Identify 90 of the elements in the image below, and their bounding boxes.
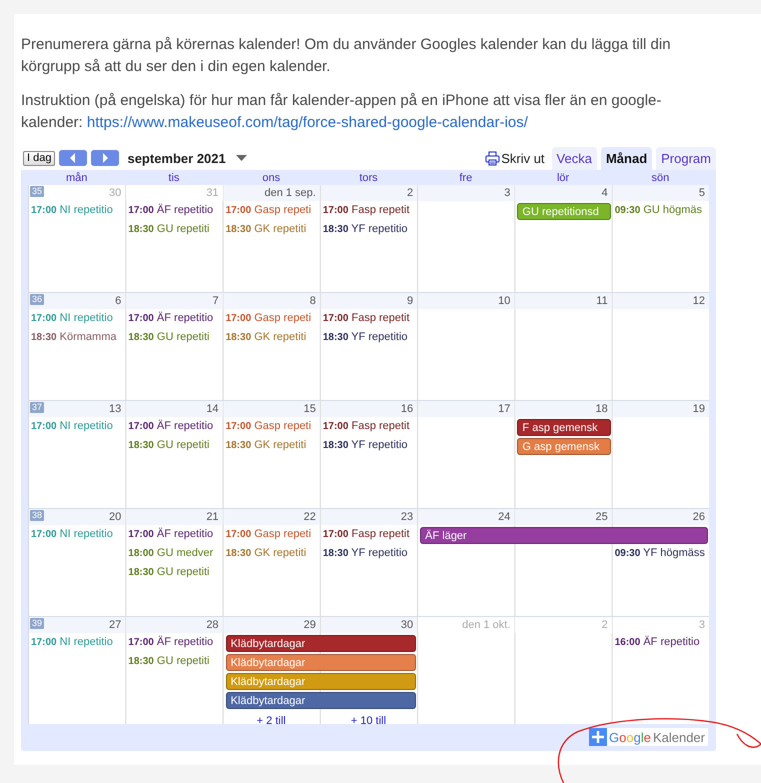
calendar-event[interactable]: 17:00 Fasp repetit	[320, 525, 418, 544]
calendar-event[interactable]: 17:00 Fasp repetit	[320, 309, 418, 328]
day-number[interactable]: 25	[595, 509, 608, 525]
calendar-event[interactable]: 17:00 ÄF repetitio	[125, 417, 223, 436]
day-number[interactable]: 17	[498, 401, 510, 417]
add-to-google-calendar-button[interactable]: Google Kalender	[589, 728, 708, 746]
event-bar[interactable]: Klädbytardagar	[226, 634, 416, 652]
left-arrow-icon	[69, 153, 78, 163]
calendar-event[interactable]: 18:30 GK repetiti	[222, 436, 320, 455]
day-number[interactable]: 12	[692, 293, 705, 309]
right-arrow-icon	[101, 153, 110, 163]
day-number[interactable]: 16	[400, 401, 414, 417]
day-number[interactable]: 24	[498, 509, 510, 525]
previous-button[interactable]	[59, 150, 88, 166]
day-number[interactable]: 30	[400, 617, 414, 633]
calendar-event[interactable]: 18:30 YF repetitio	[320, 220, 418, 239]
weekday-header: sön	[650, 171, 670, 185]
day-number[interactable]: 7	[212, 293, 219, 309]
calendar-event[interactable]: 18:00 GU medver	[125, 544, 223, 563]
day-number[interactable]: 27	[109, 617, 122, 633]
day-number[interactable]: 3	[504, 185, 510, 201]
day-number[interactable]: 21	[206, 509, 219, 525]
view-tab[interactable]: Vecka	[552, 147, 597, 170]
calendar-event[interactable]: 17:00 Gasp repeti	[222, 201, 320, 220]
calendar-event[interactable]: 17:00 ÄF repetitio	[125, 633, 223, 652]
calendar-event[interactable]: 18:30 YF repetitio	[320, 328, 418, 347]
weekday-header: ons	[261, 171, 282, 185]
caret-icon[interactable]	[236, 155, 247, 161]
calendar-event[interactable]: 17:00 Gasp repeti	[222, 525, 320, 544]
calendar-event[interactable]: 17:00 Fasp repetit	[320, 201, 418, 220]
day-number[interactable]: 19	[692, 401, 705, 417]
day-number[interactable]: 11	[596, 293, 608, 309]
day-number[interactable]: 22	[304, 509, 316, 525]
day-number[interactable]: 4	[602, 185, 608, 201]
printer-icon	[485, 150, 500, 166]
calendar-event[interactable]: 18:30 GK repetiti	[222, 544, 320, 563]
calendar-event[interactable]: 17:00 Gasp repeti	[222, 417, 320, 436]
day-number[interactable]: 28	[206, 617, 219, 633]
calendar-event[interactable]: 18:30 GU repetiti	[125, 220, 223, 239]
event-bar[interactable]: Klädbytardagar	[226, 692, 416, 708]
intro-paragraph: Prenumerera gärna på körernas kalender! Om du använder Googles kalender kan du lägga till din körgrupp så att du ser den i din egen kalender.	[21, 35, 672, 77]
today-button[interactable]: I dag	[23, 150, 56, 166]
calendar-event[interactable]: 18:30 GU repetiti	[125, 436, 223, 455]
calendar-event[interactable]: 17:00 ÄF repetitio	[125, 525, 223, 544]
day-number[interactable]: 2	[407, 185, 414, 201]
calendar-event[interactable]: 17:00 ÄF repetitio	[125, 309, 223, 328]
day-number[interactable]: 15	[304, 401, 316, 417]
calendar-event[interactable]: 09:30 GU högmäs	[612, 201, 709, 220]
calendar-event[interactable]: 18:30 GU repetiti	[125, 328, 223, 347]
calendar-event[interactable]: 18:30 GU repetiti	[125, 563, 223, 582]
calendar-event[interactable]: 17:00 Fasp repetit	[320, 417, 418, 436]
day-number[interactable]: 20	[109, 509, 122, 525]
month-title: september 2021	[127, 150, 226, 166]
day-number[interactable]: 23	[400, 509, 414, 525]
calendar-event[interactable]: 18:30 GU repetiti	[125, 652, 223, 671]
weekday-header: tors	[358, 171, 379, 185]
print-link[interactable]: Skriv ut	[485, 150, 545, 166]
view-tab[interactable]: Program	[656, 147, 716, 170]
day-number[interactable]: 26	[692, 509, 705, 525]
weekday-header: mån	[64, 171, 88, 185]
day-number[interactable]: 14	[206, 401, 219, 417]
event-bar[interactable]: F asp gemensk	[517, 418, 611, 436]
day-number[interactable]: 6	[115, 293, 122, 309]
plus-icon	[589, 728, 607, 746]
calendar-event[interactable]: 18:30 GK repetiti	[222, 220, 320, 239]
calendar-event[interactable]: 18:30 YF repetitio	[320, 544, 418, 563]
more-events-link[interactable]: + 10 till	[350, 714, 386, 724]
next-button[interactable]	[91, 150, 120, 166]
day-number[interactable]: 8	[310, 293, 316, 309]
weekday-header: lör	[556, 171, 570, 185]
event-bar[interactable]: ÄF läger	[420, 526, 708, 544]
calendar-event[interactable]: 18:30 GK repetiti	[222, 328, 320, 347]
day-number[interactable]: 13	[109, 401, 122, 417]
calendar-event[interactable]: 18:30 Körmamma	[28, 328, 126, 347]
weekday-header: tis	[167, 171, 180, 185]
calendar-link[interactable]: https://www.makeuseof.com/tag/force-shared-google-calendar-ios/	[86, 114, 528, 131]
weekday-header: fre	[458, 171, 474, 185]
day-number[interactable]: 5	[698, 185, 705, 201]
intro-paragraph: Instruktion (på engelska) för hur man får kalender-appen på en iPhone att visa fler än en google-kalender: https://www.makeuseof.com/tag/force-shared-google-calendar-ios/	[21, 91, 662, 133]
day-number[interactable]: 18	[595, 401, 608, 417]
calendar-event[interactable]: 17:00 Gasp repeti	[222, 309, 320, 328]
calendar-event[interactable]: 16:00 ÄF repetitio	[612, 633, 709, 652]
more-events-link[interactable]: + 2 till	[256, 714, 286, 724]
day-number[interactable]: 10	[498, 293, 510, 309]
day-number[interactable]: 29	[304, 617, 316, 633]
view-tab[interactable]: Månad	[600, 147, 652, 170]
day-number[interactable]: 9	[407, 293, 414, 309]
calendar-event[interactable]: 17:00 ÄF repetitio	[125, 201, 223, 220]
calendar-event[interactable]: 18:30 YF repetitio	[320, 436, 418, 455]
calendar-event[interactable]: 09:30 YF högmäss	[612, 544, 709, 563]
